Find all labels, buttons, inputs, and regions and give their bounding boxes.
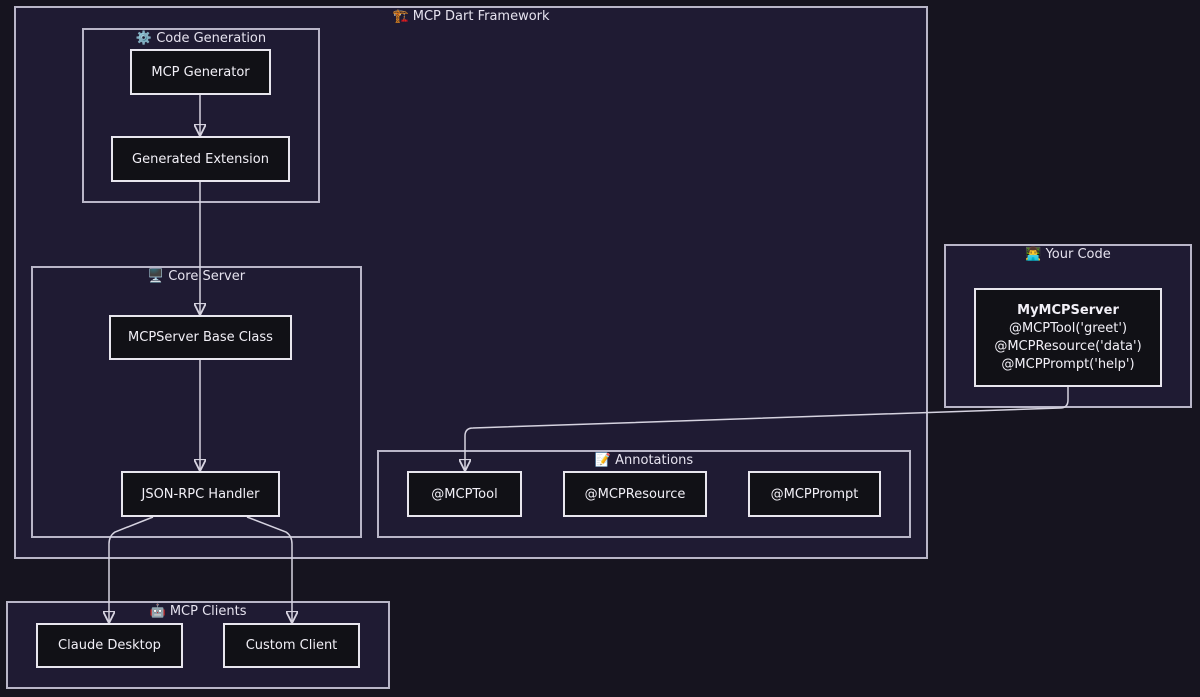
node-label-generated-extension: Generated Extension bbox=[132, 151, 269, 167]
node-label-mcp-generator: MCP Generator bbox=[151, 64, 250, 80]
node-mcpprompt[interactable]: @MCPPrompt bbox=[748, 471, 881, 517]
node-claude-desktop[interactable]: Claude Desktop bbox=[36, 623, 183, 668]
node-title-mymcpserver: MyMCPServer bbox=[1017, 302, 1119, 318]
cluster-title-yourcode: 👨‍💻 Your Code bbox=[946, 247, 1190, 263]
node-label-mcpprompt: @MCPPrompt bbox=[770, 486, 859, 502]
diagram-canvas: 🏗️ MCP Dart Framework ⚙️ Code Generation… bbox=[0, 0, 1200, 697]
node-mcp-generator[interactable]: MCP Generator bbox=[130, 49, 271, 95]
cluster-title-framework: 🏗️ MCP Dart Framework bbox=[16, 9, 926, 25]
cluster-label-codegen: Code Generation bbox=[156, 31, 267, 46]
node-line-tool: @MCPTool('greet') bbox=[1008, 320, 1128, 336]
cluster-label-clients: MCP Clients bbox=[169, 604, 247, 619]
cluster-title-codegen: ⚙️ Code Generation bbox=[84, 31, 318, 47]
cluster-label-annotations: Annotations bbox=[615, 453, 694, 468]
node-json-rpc-handler[interactable]: JSON-RPC Handler bbox=[121, 471, 280, 517]
node-line-prompt: @MCPPrompt('help') bbox=[1001, 356, 1135, 372]
memo-icon: 📝 bbox=[594, 453, 611, 468]
cluster-title-clients: 🤖 MCP Clients bbox=[8, 604, 388, 620]
node-label-mcpresource: @MCPResource bbox=[584, 486, 686, 502]
node-label-custom-client: Custom Client bbox=[245, 638, 338, 653]
cluster-label-core: Core Server bbox=[168, 269, 246, 284]
cluster-title-annotations: 📝 Annotations bbox=[379, 453, 909, 469]
node-label-mcptool: @MCPTool bbox=[431, 486, 498, 502]
node-mcpserver-base-class[interactable]: MCPServer Base Class bbox=[109, 315, 292, 360]
robot-icon: 🤖 bbox=[149, 604, 166, 619]
node-label-mcpserver-base-class: MCPServer Base Class bbox=[128, 330, 273, 345]
desktop-computer-icon: 🖥️ bbox=[147, 269, 165, 284]
technologist-icon: 👨‍💻 bbox=[1025, 247, 1042, 262]
node-mymcpserver[interactable]: MyMCPServer @MCPTool('greet') @MCPResour… bbox=[974, 288, 1162, 387]
construction-icon: 🏗️ bbox=[392, 9, 409, 24]
cluster-title-core: 🖥️ Core Server bbox=[33, 269, 360, 285]
node-custom-client[interactable]: Custom Client bbox=[223, 623, 360, 668]
node-generated-extension[interactable]: Generated Extension bbox=[111, 136, 290, 182]
node-mcptool[interactable]: @MCPTool bbox=[407, 471, 522, 517]
node-label-json-rpc-handler: JSON-RPC Handler bbox=[141, 486, 260, 502]
node-mcpresource[interactable]: @MCPResource bbox=[563, 471, 707, 517]
node-label-claude-desktop: Claude Desktop bbox=[58, 638, 161, 653]
cluster-label-yourcode: Your Code bbox=[1045, 247, 1111, 262]
gear-icon: ⚙️ bbox=[135, 31, 153, 46]
node-line-resource: @MCPResource('data') bbox=[994, 338, 1142, 354]
cluster-label-framework: MCP Dart Framework bbox=[412, 9, 550, 24]
